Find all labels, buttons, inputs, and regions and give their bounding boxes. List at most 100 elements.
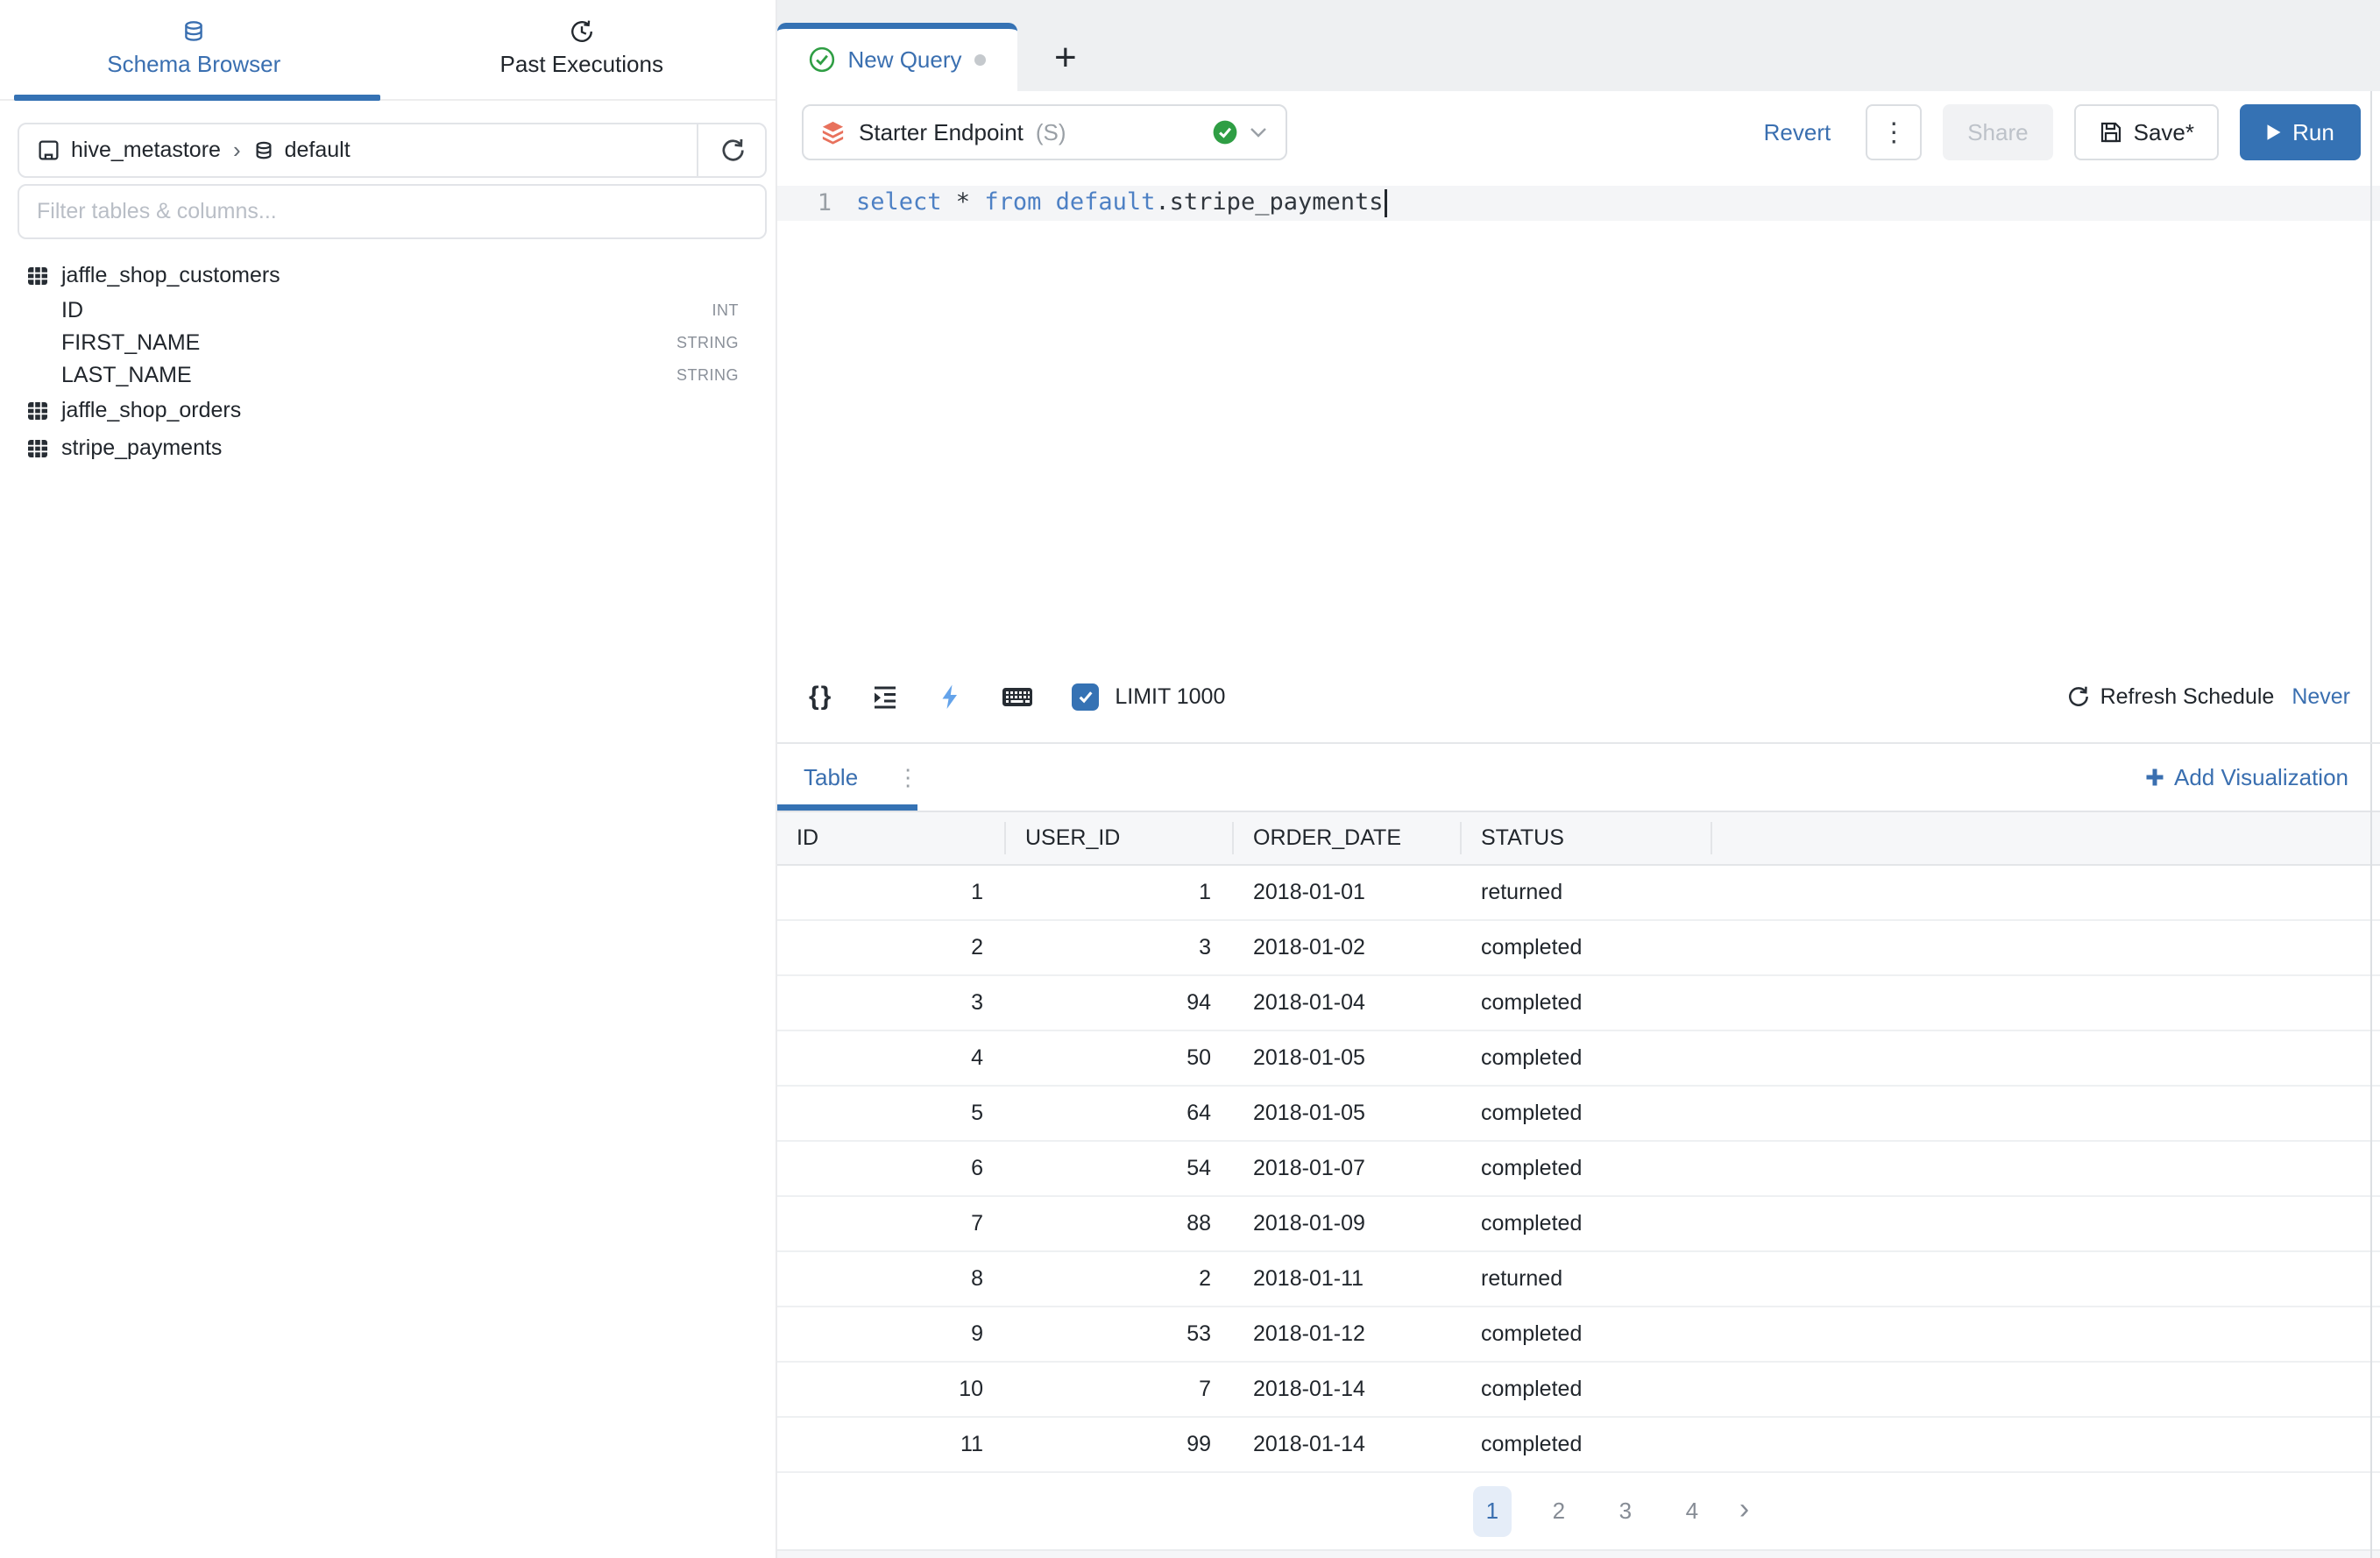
results-tab-bar: Table ⋮ Add Visualization bbox=[777, 742, 2380, 811]
new-tab-button[interactable]: + bbox=[1054, 39, 1077, 77]
tab-new-query[interactable]: New Query bbox=[777, 23, 1017, 91]
table-row: 7 88 2018-01-09 completed bbox=[777, 1197, 2380, 1252]
tab-schema-browser-label: Schema Browser bbox=[107, 51, 280, 78]
tree-item-stripe-payments[interactable]: stripe_payments bbox=[26, 429, 776, 467]
cell-order-date: 2018-01-01 bbox=[1234, 880, 1462, 905]
limit-checkbox[interactable] bbox=[1072, 683, 1099, 711]
breadcrumb[interactable]: hive_metastore › default bbox=[19, 124, 697, 176]
column-header-user-id[interactable]: USER_ID bbox=[1006, 812, 1234, 864]
column-type: INT bbox=[712, 301, 740, 320]
cell-user-id: 2 bbox=[1006, 1266, 1234, 1292]
active-tab-indicator bbox=[14, 95, 380, 101]
sql-operator: * bbox=[942, 188, 985, 216]
column-header-status[interactable]: STATUS bbox=[1462, 812, 1712, 864]
cell-status: completed bbox=[1462, 990, 1712, 1016]
cell-order-date: 2018-01-04 bbox=[1234, 990, 1462, 1016]
cell-id: 7 bbox=[777, 1211, 1006, 1236]
history-icon bbox=[570, 19, 594, 44]
tab-schema-browser[interactable]: Schema Browser bbox=[0, 0, 388, 99]
table-row: 11 99 2018-01-14 completed bbox=[777, 1418, 2380, 1473]
cell-order-date: 2018-01-11 bbox=[1234, 1266, 1462, 1292]
cell-order-date: 2018-01-09 bbox=[1234, 1211, 1462, 1236]
sql-table-ref: .stripe_payments bbox=[1155, 188, 1383, 216]
cell-user-id: 1 bbox=[1006, 880, 1234, 905]
indent-button[interactable] bbox=[871, 683, 898, 711]
database-icon bbox=[181, 19, 206, 44]
breadcrumb-catalog[interactable]: hive_metastore bbox=[71, 138, 221, 163]
page-button-2[interactable]: 2 bbox=[1540, 1486, 1578, 1537]
active-results-tab-indicator bbox=[777, 804, 917, 811]
cell-id: 4 bbox=[777, 1045, 1006, 1071]
cell-user-id: 53 bbox=[1006, 1321, 1234, 1347]
tree-item-jaffle-shop-customers[interactable]: jaffle_shop_customers bbox=[26, 257, 776, 294]
refresh-schedule-value[interactable]: Never bbox=[2291, 684, 2350, 710]
save-button[interactable]: Save* bbox=[2074, 104, 2219, 160]
more-options-button[interactable]: ⋮ bbox=[1866, 104, 1922, 160]
table-row: 1 1 2018-01-01 returned bbox=[777, 866, 2380, 921]
run-button[interactable]: Run bbox=[2240, 104, 2361, 160]
lightning-icon bbox=[937, 683, 963, 711]
tab-past-executions[interactable]: Past Executions bbox=[388, 0, 776, 99]
chevron-down-icon bbox=[1247, 121, 1270, 144]
quick-run-button[interactable] bbox=[937, 683, 963, 711]
save-icon bbox=[2099, 120, 2123, 145]
cell-status: completed bbox=[1462, 1321, 1712, 1347]
tree-column-first-name[interactable]: FIRST_NAME STRING bbox=[26, 327, 776, 359]
cell-status: completed bbox=[1462, 1045, 1712, 1071]
page-button-1[interactable]: 1 bbox=[1473, 1486, 1512, 1537]
kebab-icon[interactable]: ⋮ bbox=[896, 764, 919, 791]
tab-table-visualization[interactable]: Table bbox=[804, 764, 858, 791]
table-name: jaffle_shop_customers bbox=[61, 263, 280, 288]
catalog-icon bbox=[37, 138, 60, 162]
cell-order-date: 2018-01-07 bbox=[1234, 1156, 1462, 1181]
schema-tree: jaffle_shop_customers ID INT FIRST_NAME … bbox=[0, 257, 776, 467]
play-icon bbox=[2266, 124, 2282, 141]
sql-keyword: from bbox=[984, 188, 1041, 216]
column-header-id[interactable]: ID bbox=[777, 812, 1006, 864]
table-row: 4 50 2018-01-05 completed bbox=[777, 1031, 2380, 1087]
cell-id: 10 bbox=[777, 1377, 1006, 1402]
indent-icon bbox=[871, 683, 898, 711]
limit-label: LIMIT 1000 bbox=[1115, 684, 1225, 710]
cell-id: 11 bbox=[777, 1432, 1006, 1457]
cell-status: completed bbox=[1462, 1211, 1712, 1236]
share-button[interactable]: Share bbox=[1943, 104, 2052, 160]
table-icon bbox=[26, 400, 49, 422]
schema-filter-input[interactable] bbox=[37, 199, 747, 224]
column-header-order-date[interactable]: ORDER_DATE bbox=[1234, 812, 1462, 864]
tree-item-jaffle-shop-orders[interactable]: jaffle_shop_orders bbox=[26, 392, 776, 429]
add-visualization-button[interactable]: Add Visualization bbox=[2144, 764, 2348, 791]
query-action-bar: Starter Endpoint (S) bbox=[777, 91, 2380, 174]
keyboard-shortcuts-button[interactable] bbox=[1002, 685, 1033, 709]
page-button-3[interactable]: 3 bbox=[1606, 1486, 1645, 1537]
tree-column-id[interactable]: ID INT bbox=[26, 294, 776, 327]
tree-column-last-name[interactable]: LAST_NAME STRING bbox=[26, 359, 776, 392]
table-row: 6 54 2018-01-07 completed bbox=[777, 1142, 2380, 1197]
endpoint-selector[interactable]: Starter Endpoint (S) bbox=[802, 104, 1287, 160]
cell-user-id: 88 bbox=[1006, 1211, 1234, 1236]
table-name: stripe_payments bbox=[61, 436, 222, 461]
next-page-icon[interactable]: › bbox=[1739, 1492, 1749, 1530]
cell-status: completed bbox=[1462, 1432, 1712, 1457]
table-row: 10 7 2018-01-14 completed bbox=[777, 1363, 2380, 1418]
sidebar-tabs: Schema Browser Past Executions bbox=[0, 0, 776, 101]
bottom-strip bbox=[777, 1549, 2380, 1558]
table-row: 8 2 2018-01-11 returned bbox=[777, 1252, 2380, 1307]
refresh-schema-button[interactable] bbox=[698, 124, 765, 176]
page-button-4[interactable]: 4 bbox=[1673, 1486, 1711, 1537]
kebab-icon: ⋮ bbox=[1881, 117, 1907, 148]
sql-editor[interactable]: 1 select * from default.stripe_payments bbox=[777, 174, 2380, 667]
editor-footer-toolbar: {} bbox=[777, 667, 2380, 727]
results-table-body: 1 1 2018-01-01 returned 2 3 2018-01-02 c… bbox=[777, 866, 2380, 1473]
tab-past-executions-label: Past Executions bbox=[500, 51, 663, 78]
limit-toggle[interactable]: LIMIT 1000 bbox=[1072, 683, 1225, 711]
revert-button[interactable]: Revert bbox=[1764, 119, 1831, 146]
active-code-line[interactable]: 1 select * from default.stripe_payments bbox=[777, 186, 2380, 221]
endpoint-name: Starter Endpoint bbox=[859, 119, 1024, 146]
cell-id: 3 bbox=[777, 990, 1006, 1016]
format-query-button[interactable]: {} bbox=[809, 682, 832, 712]
sidebar: Schema Browser Past Executions bbox=[0, 0, 777, 1558]
breadcrumb-schema[interactable]: default bbox=[285, 138, 351, 163]
share-button-label: Share bbox=[1967, 119, 2028, 146]
run-button-label: Run bbox=[2292, 119, 2334, 146]
